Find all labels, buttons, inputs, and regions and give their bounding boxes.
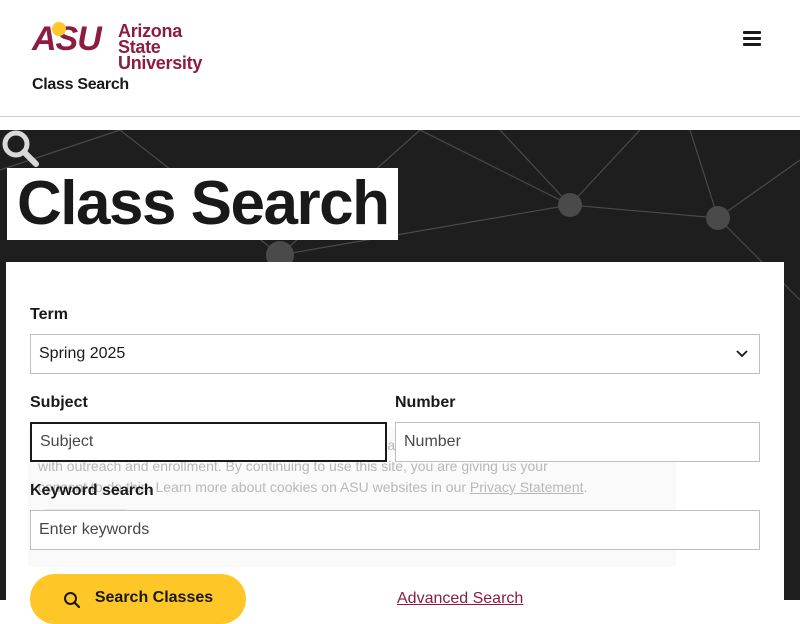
- logo-abbrev: ASU: [32, 20, 102, 58]
- term-selected-value: Spring 2025: [39, 345, 126, 362]
- search-classes-label: Search Classes: [94, 589, 214, 606]
- logo-name-line2: University: [118, 53, 203, 73]
- hamburger-menu-icon[interactable]: [740, 28, 764, 50]
- chevron-down-icon: [736, 350, 748, 358]
- site-title[interactable]: Class Search: [32, 76, 129, 94]
- subject-input[interactable]: [30, 422, 387, 462]
- keyword-input[interactable]: [30, 510, 760, 550]
- term-select[interactable]: Spring 2025: [30, 334, 760, 374]
- page-title: Class Search: [7, 168, 399, 240]
- search-icon: [63, 592, 80, 609]
- advanced-search-link[interactable]: Advanced Search: [397, 590, 523, 608]
- magnifier-icon: [2, 130, 39, 167]
- asu-logo[interactable]: ASU Arizona State University: [32, 20, 212, 72]
- class-search-form: ASU websites use cookies to enhance user…: [6, 262, 784, 624]
- subject-label: Subject: [30, 394, 88, 411]
- keyword-label: Keyword search: [30, 482, 154, 499]
- cookie-text-end: .: [583, 479, 588, 495]
- number-label: Number: [395, 394, 456, 411]
- logo-sun-icon: [52, 22, 66, 36]
- logo-name: Arizona State University: [118, 21, 212, 73]
- global-header: ASU Arizona State University Class Searc…: [0, 0, 800, 117]
- logo-name-line1: Arizona State: [118, 21, 182, 57]
- search-classes-button[interactable]: Search Classes: [30, 574, 246, 624]
- number-input[interactable]: [395, 422, 760, 462]
- term-label: Term: [30, 306, 68, 323]
- privacy-statement-link[interactable]: Privacy Statement: [470, 479, 584, 495]
